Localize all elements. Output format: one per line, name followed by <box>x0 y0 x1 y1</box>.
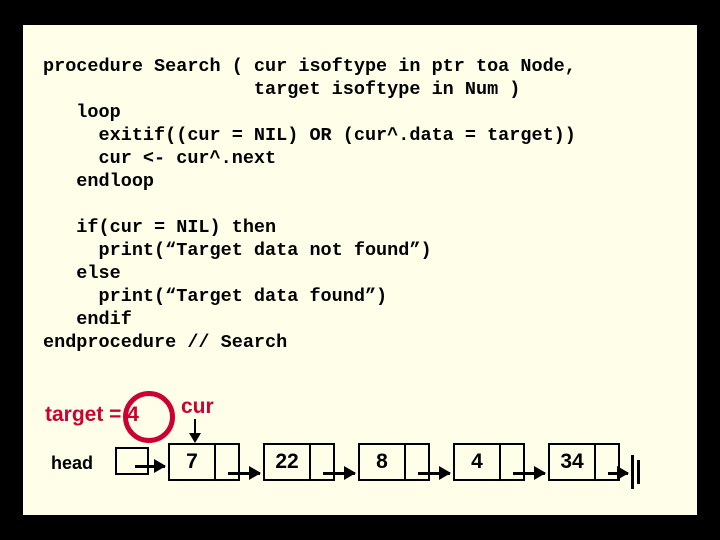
list-node: 22 <box>263 443 335 481</box>
arrow-icon <box>513 472 545 475</box>
nil-terminator-icon <box>631 455 634 489</box>
node-value: 8 <box>360 445 404 479</box>
arrow-icon <box>323 472 355 475</box>
cur-label: cur <box>181 395 214 419</box>
code-line: endif <box>43 309 132 330</box>
list-node: 8 <box>358 443 430 481</box>
nil-terminator-icon <box>637 460 640 484</box>
code-line: if(cur = NIL) then <box>43 217 276 238</box>
code-line: cur <- cur^.next <box>43 148 276 169</box>
code-line: print(“Target data not found”) <box>43 240 432 261</box>
code-line: target isoftype in Num ) <box>43 79 520 100</box>
code-line: loop <box>43 102 121 123</box>
arrow-icon <box>228 472 260 475</box>
code-line: endloop <box>43 171 154 192</box>
head-pointer-box <box>115 447 149 475</box>
node-value: 4 <box>455 445 499 479</box>
node-value: 22 <box>265 445 309 479</box>
list-node: 34 <box>548 443 620 481</box>
code-line: endprocedure // Search <box>43 332 287 353</box>
code-line: else <box>43 263 121 284</box>
code-line: exitif((cur = NIL) OR (cur^.data = targe… <box>43 125 576 146</box>
pseudocode-block: procedure Search ( cur isoftype in ptr t… <box>43 55 576 354</box>
code-line: procedure Search ( cur isoftype in ptr t… <box>43 56 576 77</box>
arrow-icon <box>418 472 450 475</box>
cur-arrow-icon <box>194 419 196 435</box>
node-value: 7 <box>170 445 214 479</box>
node-value: 34 <box>550 445 594 479</box>
code-line: print(“Target data found”) <box>43 286 387 307</box>
arrow-icon <box>608 472 628 475</box>
list-node: 7 <box>168 443 240 481</box>
target-highlight-circle <box>123 391 175 443</box>
list-node: 4 <box>453 443 525 481</box>
head-label: head <box>51 453 93 474</box>
arrow-icon <box>135 465 165 468</box>
